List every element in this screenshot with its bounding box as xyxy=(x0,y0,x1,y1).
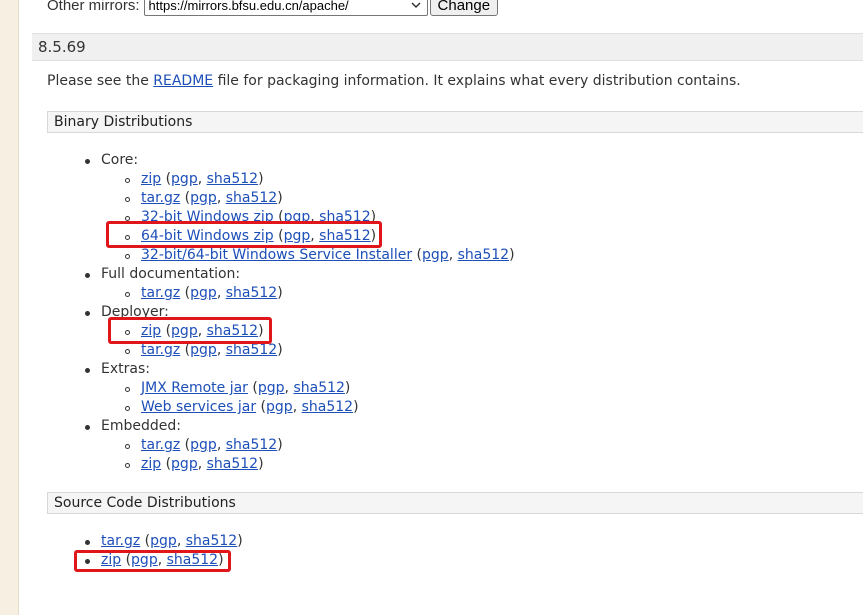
download-item: tar.gz (pgp, sha512) xyxy=(125,189,283,208)
intro-before: Please see the xyxy=(47,73,154,89)
mirror-select-value: https://mirrors.bfsu.edu.cn/apache/ xyxy=(148,0,349,13)
pgp-signature-link[interactable]: pgp xyxy=(171,171,198,187)
list-ring-bullet xyxy=(125,406,130,411)
download-link[interactable]: 32-bit/64-bit Windows Service Installer xyxy=(141,247,412,263)
list-bullet xyxy=(85,273,90,278)
list-ring-bullet xyxy=(125,254,130,259)
list-bullet xyxy=(85,540,90,545)
group-label-text: Core: xyxy=(101,152,139,168)
download-content: Other mirrors: https://mirrors.bfsu.edu.… xyxy=(18,0,863,615)
mirror-select[interactable]: https://mirrors.bfsu.edu.cn/apache/ xyxy=(143,0,428,16)
source-distributions-heading: Source Code Distributions xyxy=(47,492,863,514)
intro-text: Please see the README file for packaging… xyxy=(47,73,741,89)
pgp-signature-link[interactable]: pgp xyxy=(266,399,293,415)
download-link[interactable]: tar.gz xyxy=(141,342,180,358)
sha512-checksum-link[interactable]: sha512 xyxy=(207,456,258,472)
sha512-checksum-link[interactable]: sha512 xyxy=(186,533,237,549)
download-link[interactable]: zip xyxy=(141,456,161,472)
mirror-label: Other mirrors: xyxy=(47,0,140,14)
list-ring-bullet xyxy=(125,387,130,392)
distribution-group-label: Extras: xyxy=(85,360,150,379)
list-bullet xyxy=(85,425,90,430)
download-link[interactable]: tar.gz xyxy=(141,190,180,206)
download-link[interactable]: tar.gz xyxy=(101,533,140,549)
pgp-signature-link[interactable]: pgp xyxy=(190,437,217,453)
list-ring-bullet xyxy=(125,349,130,354)
sha512-checksum-link[interactable]: sha512 xyxy=(293,380,344,396)
sha512-checksum-link[interactable]: sha512 xyxy=(302,399,353,415)
sha512-checksum-link[interactable]: sha512 xyxy=(226,190,277,206)
highlight-box-source-zip xyxy=(74,550,231,572)
distribution-group-label: Embedded: xyxy=(85,417,181,436)
download-item: Web services jar (pgp, sha512) xyxy=(125,398,359,417)
download-link[interactable]: zip xyxy=(141,171,161,187)
group-label-text: Extras: xyxy=(101,361,150,377)
intro-after: file for packaging information. It expla… xyxy=(213,73,741,89)
readme-link[interactable]: README xyxy=(153,73,213,89)
left-margin-strip xyxy=(0,0,19,615)
sha512-checksum-link[interactable]: sha512 xyxy=(207,171,258,187)
sha512-checksum-link[interactable]: sha512 xyxy=(226,285,277,301)
list-ring-bullet xyxy=(125,178,130,183)
pgp-signature-link[interactable]: pgp xyxy=(190,190,217,206)
list-ring-bullet xyxy=(125,463,130,468)
list-ring-bullet xyxy=(125,444,130,449)
list-bullet xyxy=(85,368,90,373)
highlight-box-deployer-zip xyxy=(108,317,272,344)
list-bullet xyxy=(85,159,90,164)
distribution-group-label: Core: xyxy=(85,151,139,170)
sha512-checksum-link[interactable]: sha512 xyxy=(226,342,277,358)
list-bullet xyxy=(85,311,90,316)
binary-distributions-heading: Binary Distributions xyxy=(47,111,863,133)
download-item: tar.gz (pgp, sha512) xyxy=(125,436,283,455)
download-link[interactable]: tar.gz xyxy=(141,437,180,453)
sha512-checksum-link[interactable]: sha512 xyxy=(458,247,509,263)
sha512-checksum-link[interactable]: sha512 xyxy=(226,437,277,453)
pgp-signature-link[interactable]: pgp xyxy=(150,533,177,549)
group-label-text: Full documentation: xyxy=(101,266,241,282)
pgp-signature-link[interactable]: pgp xyxy=(190,285,217,301)
pgp-signature-link[interactable]: pgp xyxy=(422,247,449,263)
download-item: JMX Remote jar (pgp, sha512) xyxy=(125,379,350,398)
download-link[interactable]: Web services jar xyxy=(141,399,256,415)
pgp-signature-link[interactable]: pgp xyxy=(258,380,285,396)
download-link[interactable]: JMX Remote jar xyxy=(141,380,248,396)
version-heading: 8.5.69 xyxy=(32,33,863,61)
download-item: zip (pgp, sha512) xyxy=(125,455,264,474)
download-item: zip (pgp, sha512) xyxy=(125,170,264,189)
list-ring-bullet xyxy=(125,197,130,202)
mirror-selector-row: Other mirrors: https://mirrors.bfsu.edu.… xyxy=(47,0,499,16)
pgp-signature-link[interactable]: pgp xyxy=(171,456,198,472)
pgp-signature-link[interactable]: pgp xyxy=(190,342,217,358)
download-item: 32-bit/64-bit Windows Service Installer … xyxy=(125,246,515,265)
download-item: tar.gz (pgp, sha512) xyxy=(125,284,283,303)
group-label-text: Embedded: xyxy=(101,418,181,434)
distribution-group-label: Full documentation: xyxy=(85,265,241,284)
download-link[interactable]: tar.gz xyxy=(141,285,180,301)
download-item: tar.gz (pgp, sha512) xyxy=(85,532,243,551)
change-mirror-button[interactable]: Change xyxy=(429,0,499,16)
list-ring-bullet xyxy=(125,292,130,297)
highlight-box-64bit-windows xyxy=(106,221,382,248)
chevron-down-icon xyxy=(410,2,421,9)
